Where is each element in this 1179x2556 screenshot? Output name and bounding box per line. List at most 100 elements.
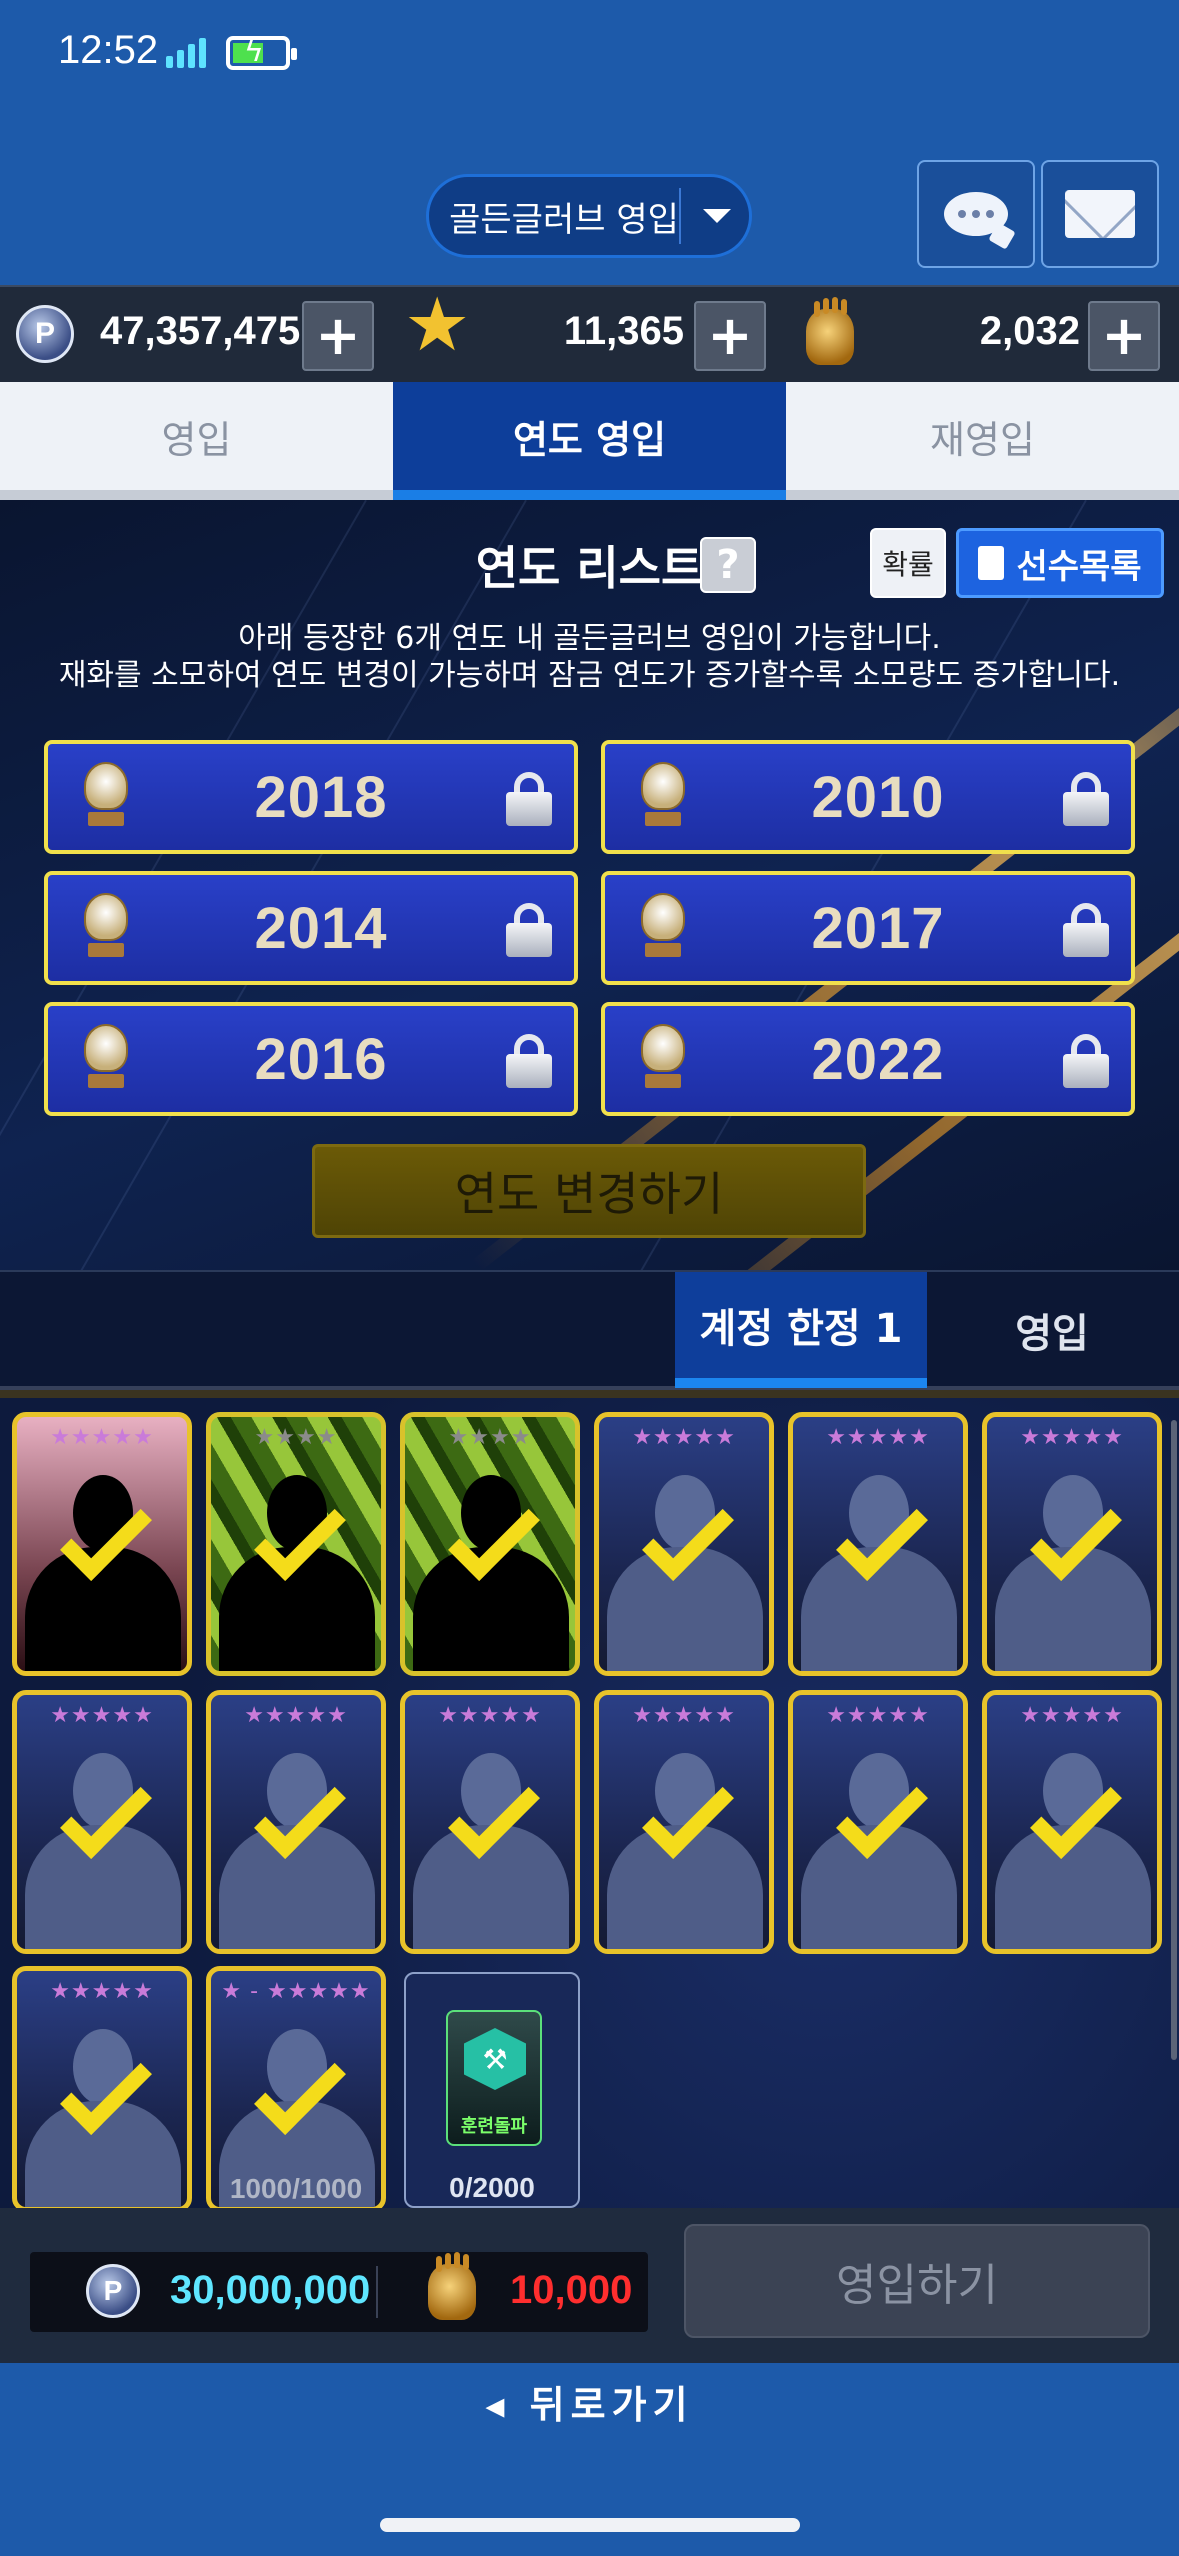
recruit-button[interactable]: 영입하기 <box>684 2224 1150 2338</box>
probability-button[interactable]: 확률 <box>870 528 946 598</box>
cost-box: P 30,000,000 10,000 <box>30 2252 648 2332</box>
card-stars: ★★★★★ <box>50 1703 154 1728</box>
card-stars: ★★★★★ <box>1020 1425 1124 1450</box>
card-stars: ★★★★★ <box>50 1979 154 2004</box>
player-card[interactable]: ★★★★★ <box>594 1412 774 1676</box>
golden-glove-trophy-icon <box>76 893 136 963</box>
add-points-button[interactable]: + <box>302 301 374 371</box>
player-card[interactable]: ★★★★★ <box>788 1690 968 1954</box>
signal-icon <box>166 38 206 68</box>
description-line-1: 아래 등장한 6개 연도 내 골든글러브 영입이 가능합니다. <box>238 621 941 656</box>
card-stars: ★★★★ <box>448 1425 532 1450</box>
add-gloves-button[interactable]: + <box>1088 301 1160 371</box>
card-count: 1000/1000 <box>229 2173 363 2204</box>
stars-value: 11,365 <box>563 309 684 353</box>
points-value: 47,357,475 <box>100 309 301 353</box>
lock-icon[interactable] <box>1063 772 1109 826</box>
player-card[interactable]: ★ - ★★★★★ 1000/1000 <box>206 1966 386 2212</box>
player-card[interactable]: ★★★★★ <box>206 1690 386 1954</box>
card-stars: ★★★★★ <box>438 1703 542 1728</box>
player-card[interactable]: ★★★★★ <box>12 1412 192 1676</box>
year-label: 2018 <box>254 764 388 830</box>
year-button-3[interactable]: 2014 <box>44 871 578 985</box>
gloves-value: 2,032 <box>979 309 1080 353</box>
lock-icon[interactable] <box>506 1034 552 1088</box>
chat-icon <box>944 192 1008 236</box>
home-indicator[interactable] <box>380 2518 800 2532</box>
card-stars: ★★★★ <box>254 1425 338 1450</box>
year-button-6[interactable]: 2022 <box>601 1002 1135 1116</box>
mode-dropdown-label: 골든글러브 영입 <box>449 199 679 240</box>
golden-glove-icon <box>806 301 854 365</box>
item-count: 0/2000 <box>449 2172 535 2203</box>
player-card[interactable]: ★★★★★ <box>982 1412 1162 1676</box>
card-stars: ★★★★★ <box>1020 1703 1124 1728</box>
player-list-label: 선수목록 <box>1016 546 1142 587</box>
golden-glove-trophy-icon <box>633 893 693 963</box>
card-stars: ★★★★★ <box>244 1703 348 1728</box>
subtab-account-limited[interactable]: 계정 한정 1 <box>675 1272 927 1388</box>
tab-year-recruit[interactable]: 연도 영입 <box>393 382 786 500</box>
star-icon: ★ <box>404 282 471 368</box>
battery-charging-icon: ϟ <box>226 34 297 70</box>
mail-button[interactable] <box>1041 160 1159 268</box>
scrollbar[interactable] <box>1171 1420 1177 2060</box>
player-list-button[interactable]: 선수목록 <box>956 528 1164 598</box>
golden-glove-trophy-icon <box>633 1024 693 1094</box>
chevron-down-icon <box>703 209 731 223</box>
main-tabs: 영입 연도 영입 재영입 <box>0 382 1179 500</box>
year-label: 2017 <box>811 895 945 961</box>
golden-glove-trophy-icon <box>76 762 136 832</box>
point-coin-icon: P <box>16 305 74 363</box>
tab-re-recruit[interactable]: 재영입 <box>786 382 1179 490</box>
cards-icon <box>970 546 1005 580</box>
currency-bar: P 47,357,475 + 11,365 + 2,032 + <box>0 285 1179 382</box>
lock-icon[interactable] <box>1063 903 1109 957</box>
training-breakthrough-item: ⚒ 훈련돌파 <box>446 2010 542 2146</box>
card-stars: ★★★★★ <box>50 1425 154 1450</box>
training-item-card[interactable]: ⚒ 훈련돌파 0/2000 <box>404 1972 580 2208</box>
year-button-1[interactable]: 2018 <box>44 740 578 854</box>
year-button-2[interactable]: 2010 <box>601 740 1135 854</box>
help-button[interactable]: ? <box>700 537 756 593</box>
player-card[interactable]: ★★★★ <box>206 1412 386 1676</box>
description-line-2: 재화를 소모하여 연도 변경이 가능하며 잠금 연도가 증가할수록 소모량도 증… <box>58 658 1121 693</box>
year-label: 2016 <box>254 1026 388 1092</box>
year-button-4[interactable]: 2017 <box>601 871 1135 985</box>
card-stars: ★★★★★ <box>826 1703 930 1728</box>
year-label: 2014 <box>254 895 388 961</box>
player-card[interactable]: ★★★★★ <box>982 1690 1162 1954</box>
item-label: 훈련돌파 <box>460 2116 528 2137</box>
status-time: 12:52 <box>58 28 159 72</box>
top-header: 12:52 ϟ 골든글러브 영입 <box>0 0 1179 285</box>
year-button-5[interactable]: 2016 <box>44 1002 578 1116</box>
golden-glove-icon <box>428 2256 476 2320</box>
tab-recruit[interactable]: 영입 <box>0 382 393 490</box>
subtab-recruit[interactable]: 영입 <box>952 1272 1152 1388</box>
add-stars-button[interactable]: + <box>694 301 766 371</box>
card-stars: ★★★★★ <box>826 1425 930 1450</box>
card-stars: ★ - ★★★★★ <box>221 1979 371 2004</box>
card-stars: ★★★★★ <box>632 1425 736 1450</box>
lock-icon[interactable] <box>1063 1034 1109 1088</box>
player-card[interactable]: ★★★★★ <box>594 1690 774 1954</box>
lock-icon[interactable] <box>506 772 552 826</box>
player-card[interactable]: ★★★★ <box>400 1412 580 1676</box>
cost-points: 30,000,000 <box>170 2268 371 2312</box>
player-card[interactable]: ★★★★★ <box>788 1412 968 1676</box>
back-button[interactable]: ◂ 뒤로가기 <box>0 2374 1179 2429</box>
change-year-button[interactable]: 연도 변경하기 <box>312 1144 866 1238</box>
point-coin-icon: P <box>86 2264 140 2318</box>
cost-gloves: 10,000 <box>510 2268 633 2312</box>
golden-glove-trophy-icon <box>76 1024 136 1094</box>
year-label: 2022 <box>811 1026 945 1092</box>
mode-dropdown[interactable]: 골든글러브 영입 <box>426 174 752 258</box>
player-card[interactable]: ★★★★★ <box>400 1690 580 1954</box>
chat-button[interactable] <box>917 160 1035 268</box>
player-card[interactable]: ★★★★★ <box>12 1966 192 2212</box>
year-label: 2010 <box>811 764 945 830</box>
lock-icon[interactable] <box>506 903 552 957</box>
player-card[interactable]: ★★★★★ <box>12 1690 192 1954</box>
dumbbell-icon: ⚒ <box>464 2028 526 2090</box>
sub-tabs: 계정 한정 1 영입 <box>0 1270 1179 1390</box>
